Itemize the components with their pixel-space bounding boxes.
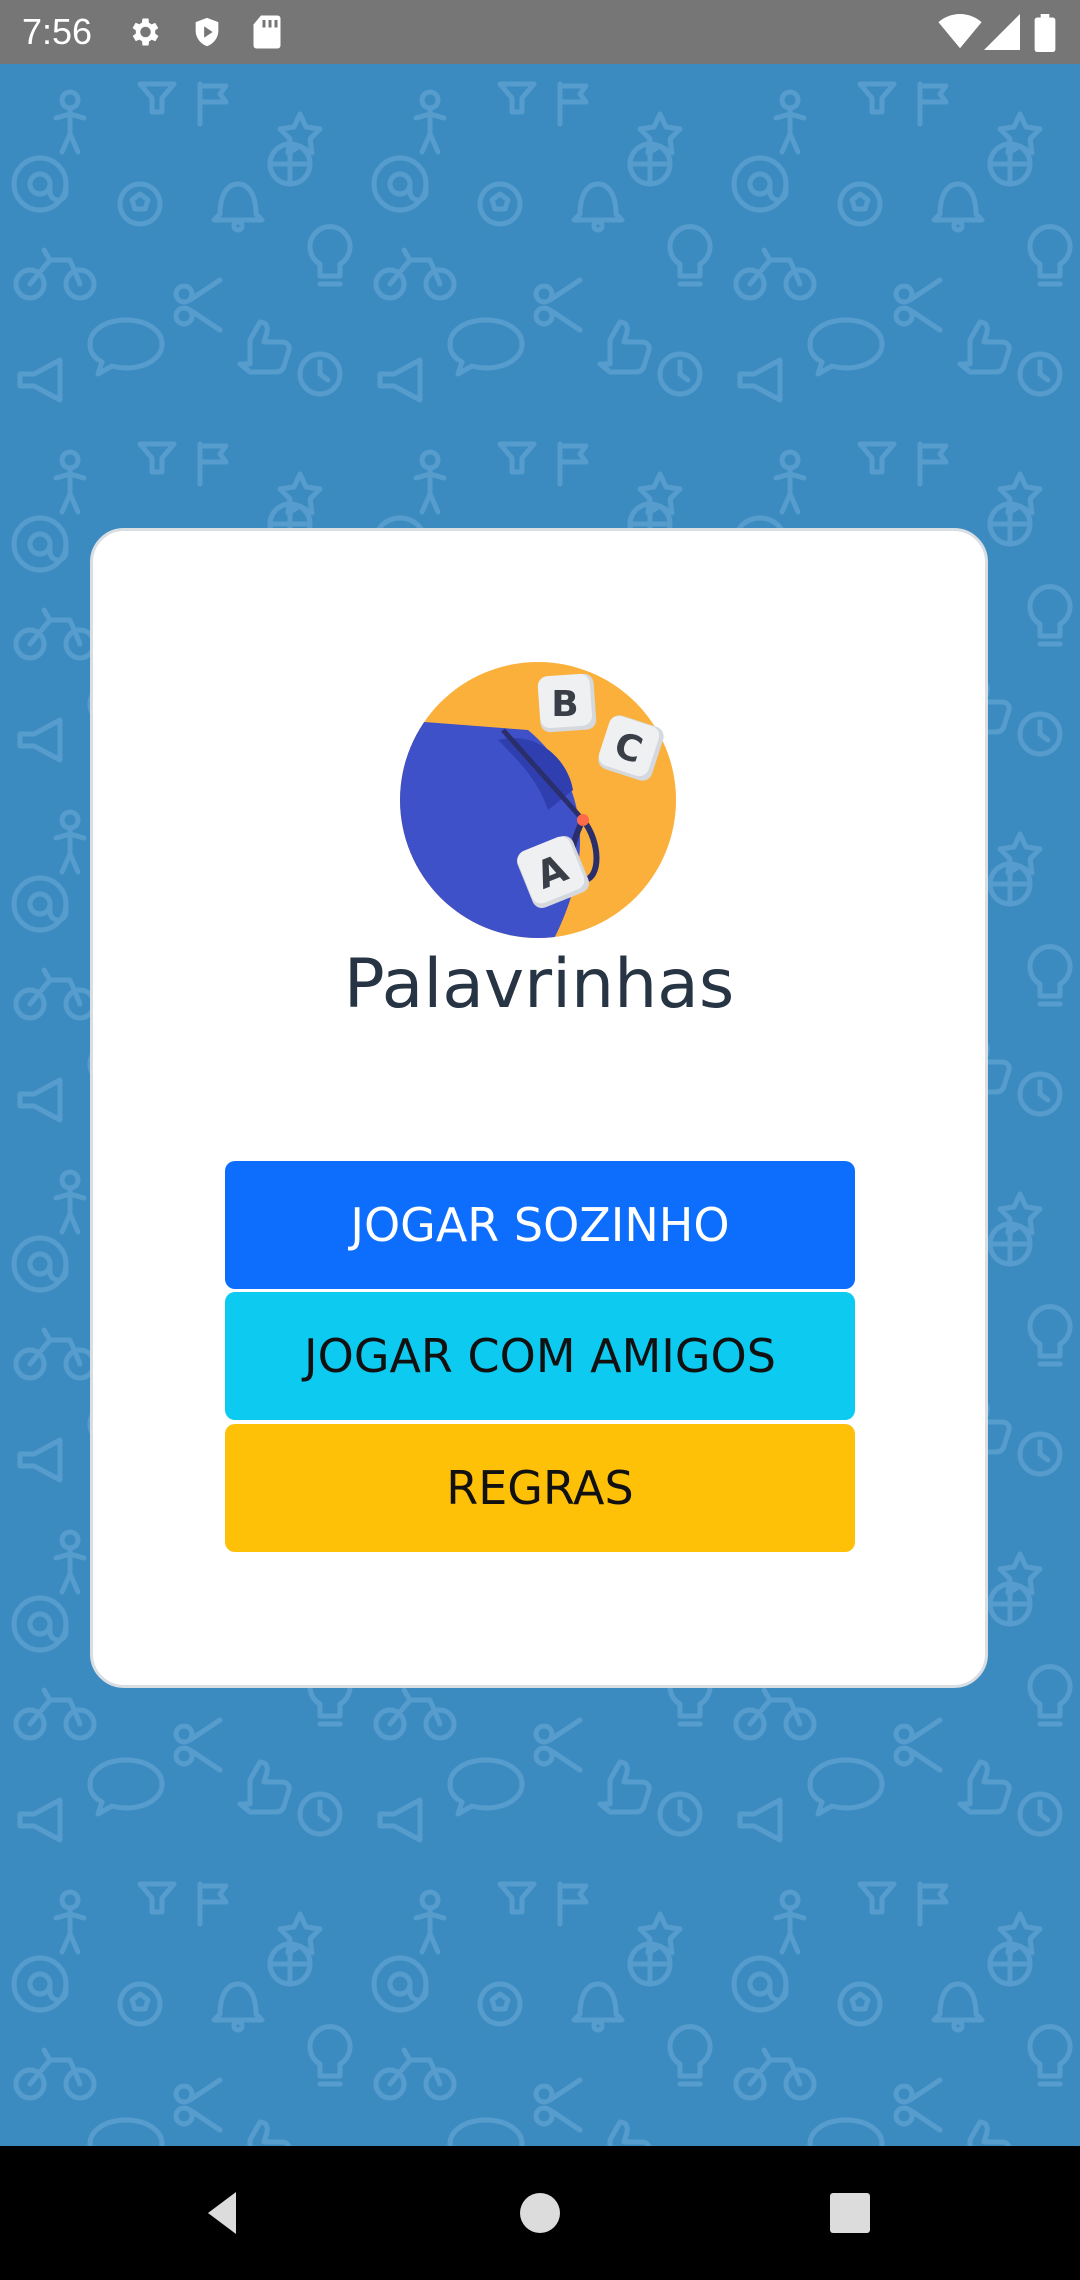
play-solo-button[interactable]: JOGAR SOZINHO	[225, 1161, 855, 1289]
status-time: 7:56	[22, 11, 93, 52]
sd-card-icon	[253, 15, 281, 49]
word-bag-logo: B C A	[400, 662, 676, 938]
signal-icon	[984, 14, 1020, 50]
rules-button[interactable]: REGRAS	[225, 1424, 855, 1552]
battery-icon	[1034, 14, 1056, 52]
recents-icon[interactable]	[815, 2178, 885, 2248]
app-title: Palavrinhas	[343, 945, 735, 1024]
shield-play-icon	[195, 17, 219, 47]
tile-b: B	[551, 684, 578, 725]
navigation-bar	[0, 2146, 1080, 2280]
wifi-icon	[938, 14, 982, 49]
status-bar: 7:56	[0, 0, 1080, 64]
play-with-friends-button[interactable]: JOGAR COM AMIGOS	[225, 1292, 855, 1420]
gear-icon	[132, 18, 159, 46]
back-icon[interactable]	[190, 2178, 260, 2248]
home-icon[interactable]	[505, 2178, 575, 2248]
